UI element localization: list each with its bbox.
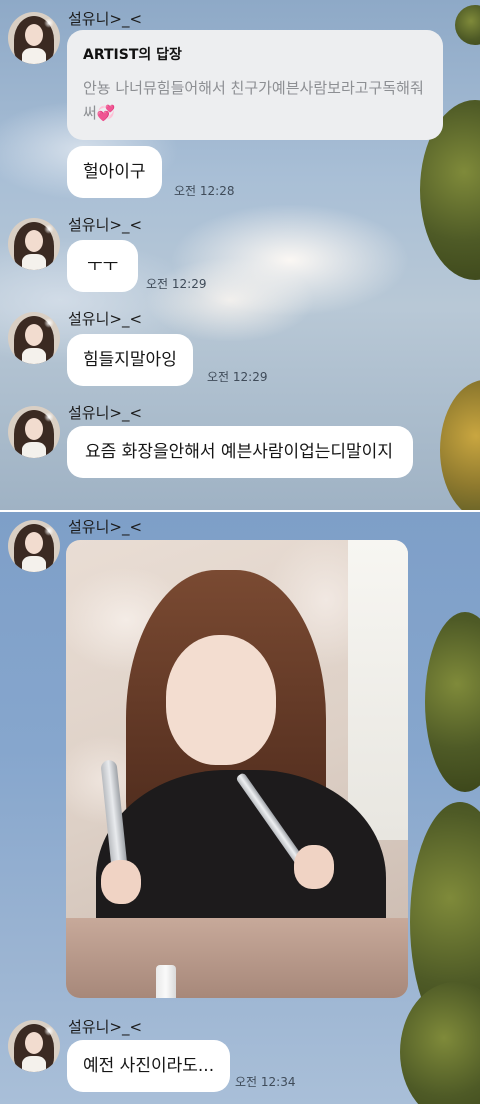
avatar[interactable] (8, 12, 60, 64)
sender-name: 설유니>_< (68, 310, 143, 328)
foliage-decoration (440, 380, 480, 512)
message-text: 힘들지말아잉 (83, 350, 177, 370)
reply-artist-label: ARTIST (83, 47, 139, 63)
avatar[interactable] (8, 406, 60, 458)
sender-name: 설유니>_< (68, 1018, 143, 1036)
message-text: ㅜㅜ (87, 256, 119, 276)
avatar[interactable] (8, 520, 60, 572)
message-time: 오전 12:29 (146, 277, 207, 291)
artist-reply-card[interactable]: ARTIST의 답장 안뇽 나너뮤힘들어해서 친구가예븐사람보라고구독해줘써💞 (67, 30, 443, 140)
avatar[interactable] (8, 218, 60, 270)
message-bubble[interactable]: ㅜㅜ (67, 240, 139, 292)
reply-suffix-label: 의 답장 (138, 47, 182, 63)
message-text: 요즘 화장을안해서 예븐사람이업는디말이지 (85, 442, 393, 462)
sender-name: 설유니>_< (68, 216, 143, 234)
message-bubble[interactable]: 힘들지말아잉 (67, 334, 193, 386)
message-time: 오전 12:28 (174, 184, 235, 198)
message-bubble[interactable]: 헐아이구 (67, 146, 162, 198)
heart-emoji-icon: 💞 (96, 104, 116, 122)
avatar[interactable] (8, 1020, 60, 1072)
sender-name: 설유니>_< (68, 404, 143, 422)
message-text: 예전 사진이라도... (83, 1056, 215, 1076)
message-text: 헐아이구 (83, 162, 146, 182)
sender-name: 설유니>_< (68, 10, 143, 28)
avatar[interactable] (8, 312, 60, 364)
photo-message[interactable] (66, 540, 408, 998)
message-bubble[interactable]: 예전 사진이라도... (67, 1040, 231, 1092)
message-time: 오전 12:29 (207, 370, 268, 384)
reply-message: 안뇽 나너뮤힘들어해서 친구가예븐사람보라고구독해줘써 (83, 79, 424, 122)
sender-name: 설유니>_< (68, 518, 143, 536)
reply-text: 안뇽 나너뮤힘들어해서 친구가예븐사람보라고구독해줘써💞 (83, 76, 427, 126)
foliage-decoration (425, 612, 480, 792)
foliage-decoration (455, 5, 480, 45)
message-time: 오전 12:34 (235, 1075, 296, 1089)
message-bubble[interactable]: 요즘 화장을안해서 예븐사람이업는디말이지 (67, 426, 413, 478)
reply-header: ARTIST의 답장 (83, 44, 427, 64)
foliage-decoration (400, 982, 480, 1104)
